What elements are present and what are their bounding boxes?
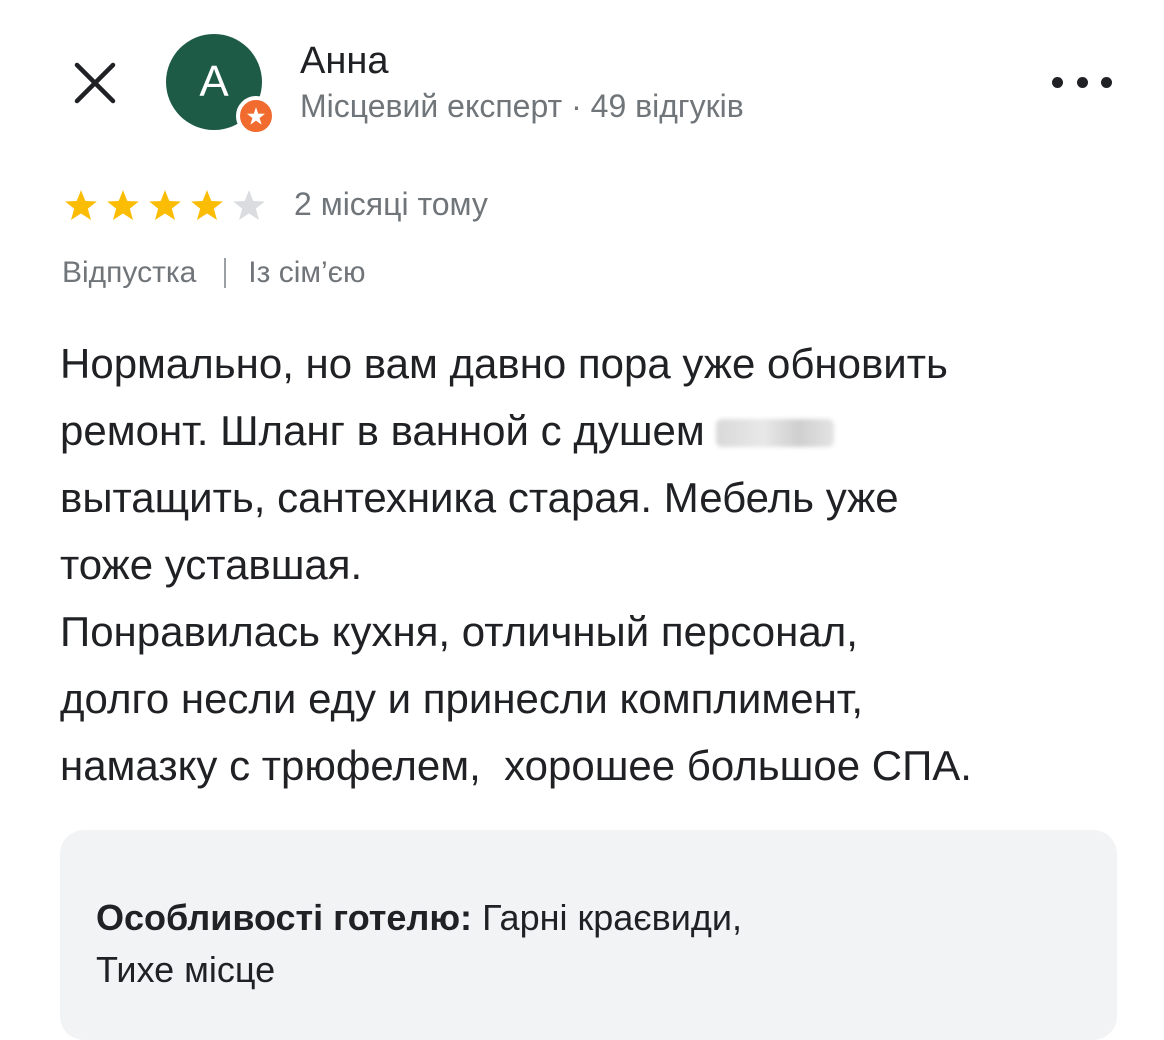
star-empty-icon [233, 190, 265, 220]
review-text: Нормально, но вам давно пора уже обновит… [60, 330, 1130, 799]
trip-tag-type: Відпустка [62, 256, 197, 289]
close-icon [74, 62, 116, 104]
close-button[interactable] [70, 58, 120, 108]
hotel-highlights-text: Особливості готелю: Гарні краєвиди, Тихе… [96, 892, 916, 996]
star-filled-icon [149, 190, 181, 220]
hotel-highlights-card: Особливості готелю: Гарні краєвиди, Тихе… [60, 830, 1117, 1040]
redacted-word [716, 419, 835, 447]
more-options-button[interactable] [1052, 64, 1112, 100]
star-filled-icon [65, 190, 97, 220]
star-filled-icon [107, 190, 139, 220]
star-filled-icon [191, 190, 223, 220]
review-text-part2: вытащить, сантехника старая. Мебель уже … [60, 474, 972, 789]
review-date: 2 місяці тому [294, 186, 488, 222]
author-meta: Місцевий експерт · 49 відгуків [300, 88, 744, 124]
more-icon-dot [1052, 76, 1063, 88]
star-rating [60, 186, 270, 226]
avatar-initial: A [199, 57, 229, 106]
more-icon-dot [1101, 76, 1112, 88]
author-name[interactable]: Анна [300, 40, 388, 83]
trip-tags: Відпустка Із сім’єю [62, 256, 365, 290]
more-icon-dot [1076, 76, 1088, 88]
tag-divider [224, 258, 227, 288]
hotel-highlights-label: Особливості готелю: [96, 897, 473, 938]
trip-tag-company: Із сім’єю [248, 256, 366, 289]
local-guide-badge-icon [236, 96, 276, 136]
